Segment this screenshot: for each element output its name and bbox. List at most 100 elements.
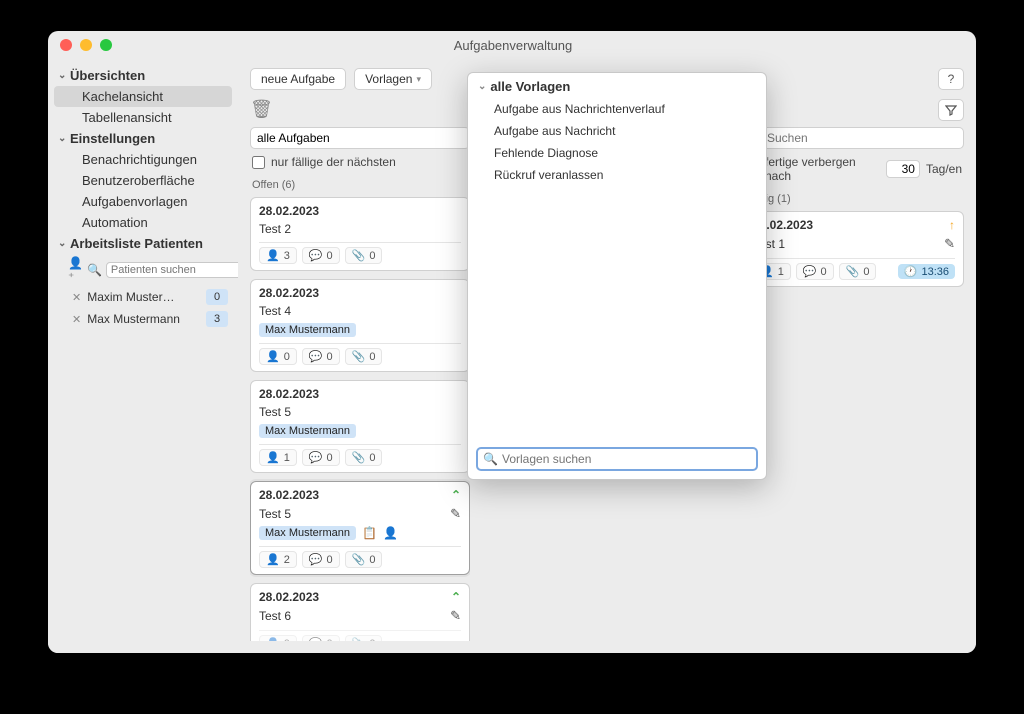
chevron-down-icon: ⌄ <box>478 81 486 92</box>
attach-stat: 📎0 <box>345 635 383 641</box>
filter-button[interactable] <box>938 99 964 121</box>
paperclip-icon: 📎 <box>352 553 366 566</box>
edit-icon[interactable]: ✎ <box>944 236 955 252</box>
patient-badge: 3 <box>206 311 228 327</box>
attach-stat: 📎0 <box>839 263 877 280</box>
remove-patient-icon[interactable]: ✕ <box>72 313 81 326</box>
chevron-down-icon: ⌄ <box>58 238 68 249</box>
open-column-title: Offen (6) <box>250 175 470 197</box>
popover-title: alle Vorlagen <box>490 79 570 94</box>
comment-icon: 💬 <box>309 350 323 363</box>
people-stat: 👤3 <box>259 247 297 264</box>
comment-icon: 💬 <box>309 553 323 566</box>
patient-tag[interactable]: Max Mustermann <box>259 323 356 337</box>
comments-stat: 💬0 <box>302 348 340 365</box>
search-icon: 🔍 <box>87 263 102 277</box>
templates-button-label: Vorlagen <box>365 72 412 86</box>
sidebar-item-tile-view[interactable]: Kachelansicht <box>54 86 232 107</box>
attach-stat: 📎0 <box>345 348 383 365</box>
popover-header[interactable]: ⌄ alle Vorlagen <box>468 73 766 100</box>
patient-tag[interactable]: Max Mustermann <box>259 424 356 438</box>
trash-icon[interactable]: 🗑 <box>250 99 273 119</box>
patient-name: Maxim Muster… <box>87 290 200 304</box>
task-filter-input[interactable] <box>250 127 470 149</box>
add-person-icon[interactable]: 👤⁺ <box>68 256 83 284</box>
attach-stat: 📎0 <box>345 449 383 466</box>
task-card[interactable]: 28.02.2023 Test 4 Max Mustermann 👤0 💬0 📎… <box>250 279 470 372</box>
task-date: 28.02.2023 <box>259 488 319 502</box>
sidebar-item-automation[interactable]: Automation <box>54 212 232 233</box>
sidebar-group-label: Übersichten <box>70 68 145 83</box>
people-stat: 👤0 <box>259 348 297 365</box>
person-icon: 👤 <box>266 350 280 363</box>
paperclip-icon: 📎 <box>352 249 366 262</box>
paperclip-icon: 📎 <box>846 265 860 278</box>
search-icon: 🔍 <box>483 452 498 466</box>
template-item[interactable]: Aufgabe aus Nachricht <box>494 122 756 140</box>
task-card[interactable]: 28.02.2023 Test 2 👤3 💬0 📎0 <box>250 197 470 271</box>
app-window: Aufgabenverwaltung ⌄ Übersichten Kachela… <box>48 31 976 653</box>
task-title: Test 5 <box>259 405 461 419</box>
help-button[interactable]: ? <box>938 68 964 90</box>
person-icon: 👤 <box>266 553 280 566</box>
remove-patient-icon[interactable]: ✕ <box>72 291 81 304</box>
sidebar: ⌄ Übersichten Kachelansicht Tabellenansi… <box>48 59 238 653</box>
task-card[interactable]: 28.02.2023 ⌃ Test 6 ✎ 👤0 💬0 📎0 <box>250 583 470 641</box>
sidebar-item-ui[interactable]: Benutzeroberfläche <box>54 170 232 191</box>
task-date: 28.02.2023 <box>259 204 319 218</box>
task-card[interactable]: 28.02.2023 ↑ Test 1 ✎ 👤1 💬0 📎0 <box>744 211 964 287</box>
comments-stat: 💬0 <box>302 247 340 264</box>
days-label: Tag/en <box>926 162 962 176</box>
person-icon: 👤 <box>266 249 280 262</box>
sidebar-item-notifications[interactable]: Benachrichtigungen <box>54 149 232 170</box>
template-item[interactable]: Rückruf veranlassen <box>494 166 756 184</box>
people-stat: 👤2 <box>259 551 297 568</box>
task-card[interactable]: 28.02.2023 ⌃ Test 5 ✎ Max Mustermann 📋 👤 <box>250 481 470 575</box>
comment-icon: 💬 <box>309 249 323 262</box>
done-column-title: Fertig (1) <box>744 189 964 211</box>
task-card[interactable]: 28.02.2023 Test 5 Max Mustermann 👤1 💬0 📎… <box>250 380 470 473</box>
task-title: Test 2 <box>259 222 461 236</box>
patient-row[interactable]: ✕ Max Mustermann 3 <box>48 308 238 330</box>
hide-done-days-input[interactable] <box>886 160 920 178</box>
sidebar-item-task-templates[interactable]: Aufgabenvorlagen <box>54 191 232 212</box>
template-item[interactable]: Fehlende Diagnose <box>494 144 756 162</box>
edit-icon[interactable]: ✎ <box>450 608 461 624</box>
paperclip-icon: 📎 <box>352 350 366 363</box>
hide-done-label: fertige verbergen nach <box>765 155 880 183</box>
task-date: 28.02.2023 <box>259 387 319 401</box>
sidebar-group-label: Arbeitsliste Patienten <box>70 236 203 251</box>
person-icon: 👤 <box>266 637 280 641</box>
done-search-input[interactable] <box>744 127 964 149</box>
patient-search-input[interactable] <box>106 262 238 278</box>
clipboard-icon[interactable]: 📋 <box>362 526 377 540</box>
sidebar-group-overviews[interactable]: ⌄ Übersichten <box>48 65 238 86</box>
sidebar-item-table-view[interactable]: Tabellenansicht <box>54 107 232 128</box>
sidebar-group-worklist[interactable]: ⌄ Arbeitsliste Patienten <box>48 233 238 254</box>
chevron-down-icon: ⌄ <box>58 70 68 81</box>
comment-icon: 💬 <box>309 637 323 641</box>
people-stat: 👤0 <box>259 635 297 641</box>
due-only-checkbox[interactable] <box>252 156 265 169</box>
task-date: 28.02.2023 <box>259 590 319 604</box>
sidebar-group-settings[interactable]: ⌄ Einstellungen <box>48 128 238 149</box>
assign-person-icon[interactable]: 👤 <box>383 526 398 540</box>
edit-icon[interactable]: ✎ <box>450 506 461 522</box>
template-search-input[interactable] <box>476 447 758 471</box>
open-column: nur fällige der nächsten Offen (6) 28.02… <box>250 127 470 641</box>
collapse-icon[interactable]: ⌃ <box>451 590 461 604</box>
task-title: Test 6 <box>259 609 291 623</box>
task-date: 28.02.2023 <box>259 286 319 300</box>
patient-tag[interactable]: Max Mustermann <box>259 526 356 540</box>
templates-button[interactable]: Vorlagen ▾ <box>354 68 432 90</box>
collapse-icon[interactable]: ⌃ <box>451 488 461 502</box>
patient-row[interactable]: ✕ Maxim Muster… 0 <box>48 286 238 308</box>
chevron-down-icon: ⌄ <box>58 133 68 144</box>
time-pill: 🕐 13:36 <box>898 264 955 279</box>
comment-icon: 💬 <box>803 265 817 278</box>
attach-stat: 📎0 <box>345 247 383 264</box>
person-icon: 👤 <box>266 451 280 464</box>
template-item[interactable]: Aufgabe aus Nachrichtenverlauf <box>494 100 756 118</box>
titlebar: Aufgabenverwaltung <box>48 31 976 59</box>
new-task-button[interactable]: neue Aufgabe <box>250 68 346 90</box>
